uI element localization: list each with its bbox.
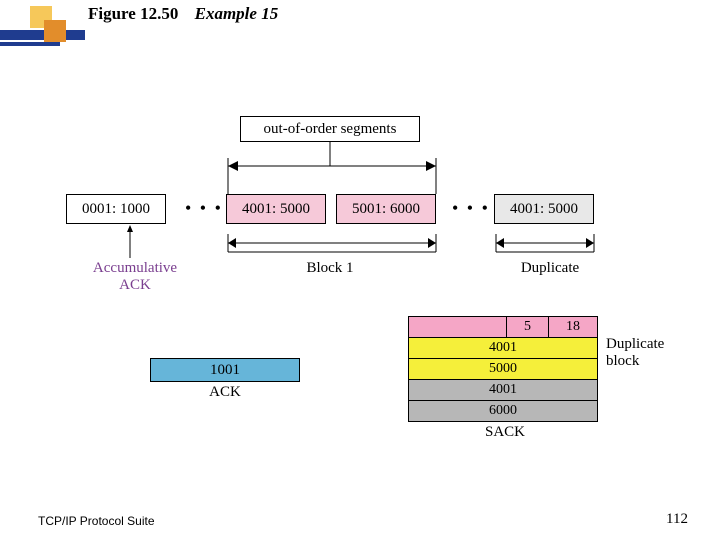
- block1-label: Block 1: [290, 260, 370, 277]
- duplicate-block-label: Duplicate block: [606, 336, 686, 370]
- accumulative-ack-label: Accumulative ACK: [80, 260, 190, 294]
- sack-row-2: 5000: [408, 358, 598, 380]
- diagram: out-of-order segments 0001: 1000 4001: 5…: [0, 0, 720, 540]
- duplicate-label: Duplicate: [510, 260, 590, 277]
- sack-row-3: 4001: [408, 379, 598, 401]
- sack-header-val-b: 18: [548, 316, 598, 338]
- sack-row-1: 4001: [408, 337, 598, 359]
- ack-title: ACK: [195, 384, 255, 401]
- segment-4: 4001: 5000: [494, 194, 594, 224]
- ellipsis-right: • • •: [452, 198, 490, 219]
- sack-row-4: 6000: [408, 400, 598, 422]
- out-of-order-label: out-of-order segments: [240, 116, 420, 142]
- segment-2: 4001: 5000: [226, 194, 326, 224]
- segment-1: 0001: 1000: [66, 194, 166, 224]
- segment-3: 5001: 6000: [336, 194, 436, 224]
- page-number: 112: [666, 511, 688, 528]
- ack-box: 1001: [150, 358, 300, 382]
- footer-source: TCP/IP Protocol Suite: [38, 514, 155, 528]
- sack-header-val-a: 5: [506, 316, 548, 338]
- sack-title: SACK: [470, 424, 540, 441]
- ellipsis-left: • • •: [185, 198, 223, 219]
